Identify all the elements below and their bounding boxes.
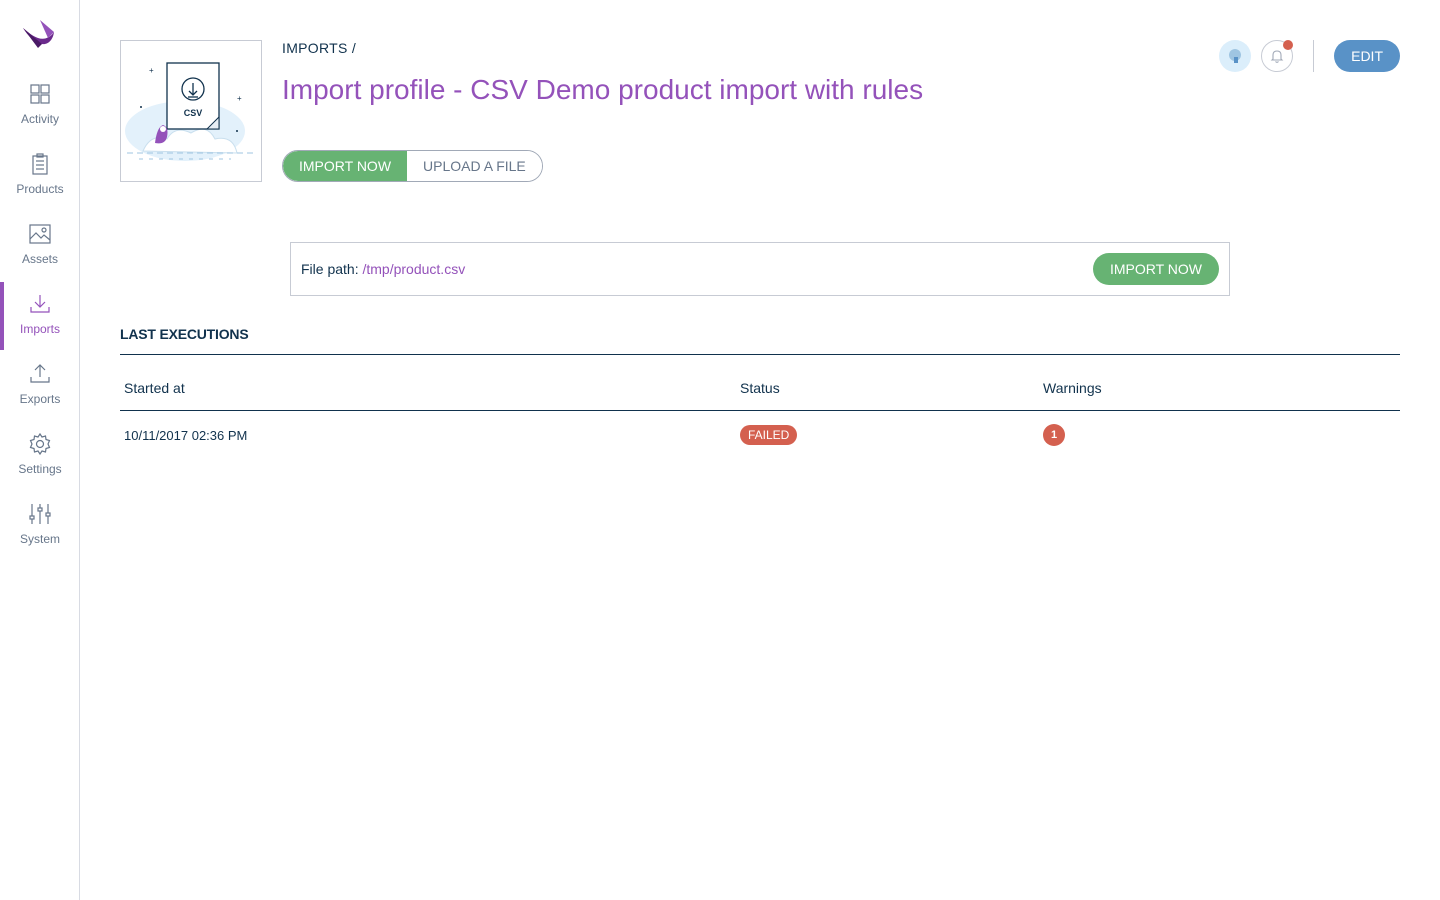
akeneo-logo-icon[interactable] <box>20 14 58 52</box>
notifications-button[interactable] <box>1261 40 1294 72</box>
file-path-label: File path: <box>301 261 363 277</box>
sidebar-item-label: Exports <box>19 392 61 406</box>
sidebar-item-label: Assets <box>21 252 58 266</box>
imports-download-icon <box>30 295 50 313</box>
table-row[interactable]: 10/11/2017 02:36 PM FAILED 1 <box>120 410 1400 460</box>
notification-badge <box>1283 40 1294 50</box>
file-path-panel: File path: /tmp/product.csv IMPORT NOW <box>290 242 1230 296</box>
column-header-warnings[interactable]: Warnings <box>1039 366 1400 411</box>
file-path-row: File path: /tmp/product.csv <box>301 261 465 277</box>
status-badge: FAILED <box>740 425 798 446</box>
file-import-now-button[interactable]: IMPORT NOW <box>1092 253 1219 285</box>
csv-import-illustration-icon: CSV + + <box>125 62 255 161</box>
products-clipboard-icon <box>32 153 48 175</box>
svg-text:+: + <box>237 94 242 103</box>
bell-icon <box>1270 50 1284 63</box>
sidebar: Activity Products Assets Imports Exports <box>0 0 80 900</box>
exports-upload-icon <box>30 364 50 383</box>
import-action-button-group: IMPORT NOW UPLOAD A FILE <box>282 150 543 182</box>
user-avatar-icon <box>1229 49 1242 63</box>
header-actions: EDIT <box>1219 40 1400 72</box>
upload-file-button[interactable]: UPLOAD A FILE <box>407 151 542 181</box>
last-executions-title: LAST EXECUTIONS <box>120 326 249 342</box>
sidebar-item-label: Imports <box>19 322 60 336</box>
import-profile-thumbnail: CSV + + <box>120 40 262 182</box>
csv-label: CSV <box>184 108 203 118</box>
column-header-status[interactable]: Status <box>736 366 1039 411</box>
sidebar-item-label: System <box>19 532 60 546</box>
assets-image-icon <box>29 224 51 244</box>
page-title: Import profile - CSV Demo product import… <box>282 74 924 105</box>
breadcrumb[interactable]: IMPORTS / <box>282 40 356 56</box>
import-now-button[interactable]: IMPORT NOW <box>283 151 408 181</box>
sidebar-item-system[interactable]: System <box>0 502 80 572</box>
system-sliders-icon <box>29 504 51 524</box>
sidebar-item-label: Activity <box>20 112 59 126</box>
sidebar-item-label: Products <box>16 182 64 196</box>
file-path-value: /tmp/product.csv <box>362 261 466 277</box>
header-divider <box>1313 40 1315 72</box>
settings-gear-icon <box>29 432 51 456</box>
edit-button[interactable]: EDIT <box>1334 40 1400 72</box>
warnings-count-badge: 1 <box>1043 424 1065 447</box>
executions-table: Started at Status Warnings 10/11/2017 02… <box>120 366 1400 460</box>
sidebar-item-exports[interactable]: Exports <box>0 362 80 432</box>
cell-warnings: 1 <box>1039 410 1400 460</box>
sidebar-item-products[interactable]: Products <box>0 152 80 222</box>
cell-started-at: 10/11/2017 02:36 PM <box>124 427 248 443</box>
activity-grid-icon <box>30 84 50 104</box>
column-header-started[interactable]: Started at <box>120 366 736 411</box>
table-header-row: Started at Status Warnings <box>120 366 1400 411</box>
sidebar-item-activity[interactable]: Activity <box>0 82 80 152</box>
user-avatar[interactable] <box>1219 40 1252 72</box>
sidebar-item-settings[interactable]: Settings <box>0 432 80 502</box>
sidebar-item-label: Settings <box>18 462 62 476</box>
section-divider <box>120 354 1400 355</box>
svg-text:+: + <box>149 66 154 75</box>
cell-status: FAILED <box>736 410 1039 460</box>
sidebar-item-imports[interactable]: Imports <box>0 282 80 350</box>
